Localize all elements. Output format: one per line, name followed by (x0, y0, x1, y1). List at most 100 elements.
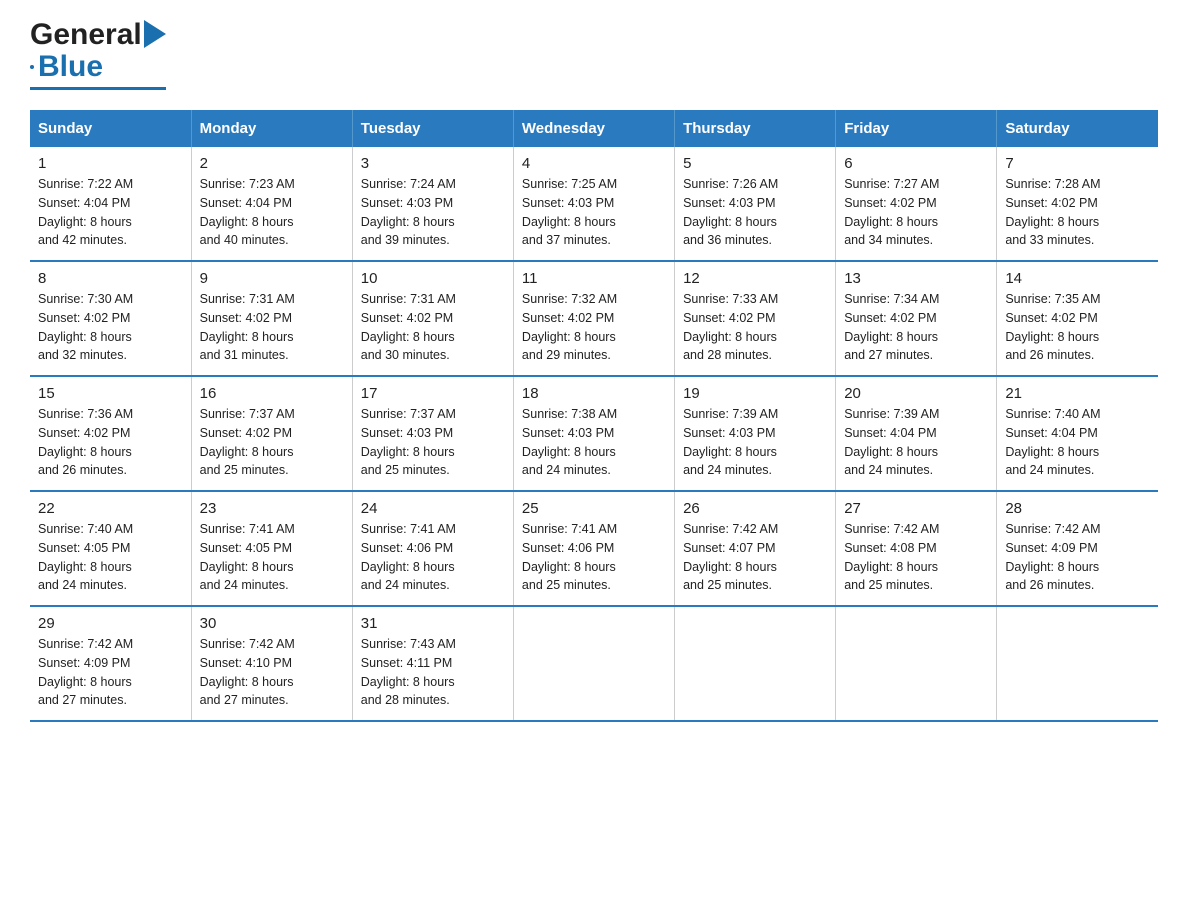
day-cell: 10 Sunrise: 7:31 AM Sunset: 4:02 PM Dayl… (352, 261, 513, 376)
day-cell: 5 Sunrise: 7:26 AM Sunset: 4:03 PM Dayli… (675, 147, 836, 261)
day-info: Sunrise: 7:37 AM Sunset: 4:03 PM Dayligh… (361, 405, 505, 480)
day-cell: 21 Sunrise: 7:40 AM Sunset: 4:04 PM Dayl… (997, 376, 1158, 491)
day-info: Sunrise: 7:38 AM Sunset: 4:03 PM Dayligh… (522, 405, 666, 480)
day-info: Sunrise: 7:39 AM Sunset: 4:04 PM Dayligh… (844, 405, 988, 480)
day-number: 8 (38, 270, 183, 287)
day-info: Sunrise: 7:41 AM Sunset: 4:06 PM Dayligh… (522, 520, 666, 595)
week-row-2: 8 Sunrise: 7:30 AM Sunset: 4:02 PM Dayli… (30, 261, 1158, 376)
day-info: Sunrise: 7:22 AM Sunset: 4:04 PM Dayligh… (38, 175, 183, 250)
day-cell: 8 Sunrise: 7:30 AM Sunset: 4:02 PM Dayli… (30, 261, 191, 376)
day-info: Sunrise: 7:26 AM Sunset: 4:03 PM Dayligh… (683, 175, 827, 250)
day-info: Sunrise: 7:39 AM Sunset: 4:03 PM Dayligh… (683, 405, 827, 480)
day-info: Sunrise: 7:42 AM Sunset: 4:10 PM Dayligh… (200, 635, 344, 710)
day-info: Sunrise: 7:32 AM Sunset: 4:02 PM Dayligh… (522, 290, 666, 365)
day-info: Sunrise: 7:42 AM Sunset: 4:09 PM Dayligh… (1005, 520, 1150, 595)
day-cell: 27 Sunrise: 7:42 AM Sunset: 4:08 PM Dayl… (836, 491, 997, 606)
day-number: 28 (1005, 500, 1150, 517)
page-header: General Blue (30, 20, 1158, 90)
weekday-header-sunday: Sunday (30, 110, 191, 147)
day-number: 5 (683, 155, 827, 172)
weekday-header-monday: Monday (191, 110, 352, 147)
week-row-4: 22 Sunrise: 7:40 AM Sunset: 4:05 PM Dayl… (30, 491, 1158, 606)
day-number: 23 (200, 500, 344, 517)
weekday-header-tuesday: Tuesday (352, 110, 513, 147)
day-number: 13 (844, 270, 988, 287)
day-number: 2 (200, 155, 344, 172)
day-info: Sunrise: 7:40 AM Sunset: 4:04 PM Dayligh… (1005, 405, 1150, 480)
day-number: 6 (844, 155, 988, 172)
day-cell: 12 Sunrise: 7:33 AM Sunset: 4:02 PM Dayl… (675, 261, 836, 376)
logo-blue: Blue (38, 50, 103, 84)
day-number: 26 (683, 500, 827, 517)
week-row-1: 1 Sunrise: 7:22 AM Sunset: 4:04 PM Dayli… (30, 147, 1158, 261)
day-cell: 25 Sunrise: 7:41 AM Sunset: 4:06 PM Dayl… (513, 491, 674, 606)
day-cell: 24 Sunrise: 7:41 AM Sunset: 4:06 PM Dayl… (352, 491, 513, 606)
day-cell: 14 Sunrise: 7:35 AM Sunset: 4:02 PM Dayl… (997, 261, 1158, 376)
day-cell: 23 Sunrise: 7:41 AM Sunset: 4:05 PM Dayl… (191, 491, 352, 606)
day-info: Sunrise: 7:28 AM Sunset: 4:02 PM Dayligh… (1005, 175, 1150, 250)
day-cell: 31 Sunrise: 7:43 AM Sunset: 4:11 PM Dayl… (352, 606, 513, 721)
day-number: 16 (200, 385, 344, 402)
day-cell: 22 Sunrise: 7:40 AM Sunset: 4:05 PM Dayl… (30, 491, 191, 606)
day-info: Sunrise: 7:25 AM Sunset: 4:03 PM Dayligh… (522, 175, 666, 250)
day-number: 27 (844, 500, 988, 517)
day-cell: 13 Sunrise: 7:34 AM Sunset: 4:02 PM Dayl… (836, 261, 997, 376)
weekday-header-thursday: Thursday (675, 110, 836, 147)
day-info: Sunrise: 7:40 AM Sunset: 4:05 PM Dayligh… (38, 520, 183, 595)
day-number: 11 (522, 270, 666, 287)
day-cell (997, 606, 1158, 721)
day-info: Sunrise: 7:42 AM Sunset: 4:08 PM Dayligh… (844, 520, 988, 595)
day-number: 9 (200, 270, 344, 287)
day-cell: 28 Sunrise: 7:42 AM Sunset: 4:09 PM Dayl… (997, 491, 1158, 606)
day-number: 22 (38, 500, 183, 517)
day-number: 21 (1005, 385, 1150, 402)
day-cell: 18 Sunrise: 7:38 AM Sunset: 4:03 PM Dayl… (513, 376, 674, 491)
day-number: 12 (683, 270, 827, 287)
day-cell: 3 Sunrise: 7:24 AM Sunset: 4:03 PM Dayli… (352, 147, 513, 261)
day-cell: 11 Sunrise: 7:32 AM Sunset: 4:02 PM Dayl… (513, 261, 674, 376)
day-number: 19 (683, 385, 827, 402)
day-number: 20 (844, 385, 988, 402)
day-number: 10 (361, 270, 505, 287)
day-cell: 29 Sunrise: 7:42 AM Sunset: 4:09 PM Dayl… (30, 606, 191, 721)
day-number: 29 (38, 615, 183, 632)
day-number: 17 (361, 385, 505, 402)
day-info: Sunrise: 7:23 AM Sunset: 4:04 PM Dayligh… (200, 175, 344, 250)
day-cell: 7 Sunrise: 7:28 AM Sunset: 4:02 PM Dayli… (997, 147, 1158, 261)
day-info: Sunrise: 7:42 AM Sunset: 4:07 PM Dayligh… (683, 520, 827, 595)
day-cell: 1 Sunrise: 7:22 AM Sunset: 4:04 PM Dayli… (30, 147, 191, 261)
day-info: Sunrise: 7:42 AM Sunset: 4:09 PM Dayligh… (38, 635, 183, 710)
day-number: 24 (361, 500, 505, 517)
day-number: 1 (38, 155, 183, 172)
day-info: Sunrise: 7:43 AM Sunset: 4:11 PM Dayligh… (361, 635, 505, 710)
day-info: Sunrise: 7:30 AM Sunset: 4:02 PM Dayligh… (38, 290, 183, 365)
day-info: Sunrise: 7:31 AM Sunset: 4:02 PM Dayligh… (200, 290, 344, 365)
day-info: Sunrise: 7:33 AM Sunset: 4:02 PM Dayligh… (683, 290, 827, 365)
day-number: 4 (522, 155, 666, 172)
weekday-header-saturday: Saturday (997, 110, 1158, 147)
day-info: Sunrise: 7:36 AM Sunset: 4:02 PM Dayligh… (38, 405, 183, 480)
day-cell (675, 606, 836, 721)
day-cell: 4 Sunrise: 7:25 AM Sunset: 4:03 PM Dayli… (513, 147, 674, 261)
logo-underline (30, 87, 166, 90)
day-info: Sunrise: 7:27 AM Sunset: 4:02 PM Dayligh… (844, 175, 988, 250)
day-info: Sunrise: 7:34 AM Sunset: 4:02 PM Dayligh… (844, 290, 988, 365)
day-number: 31 (361, 615, 505, 632)
day-info: Sunrise: 7:41 AM Sunset: 4:06 PM Dayligh… (361, 520, 505, 595)
day-cell: 19 Sunrise: 7:39 AM Sunset: 4:03 PM Dayl… (675, 376, 836, 491)
day-cell: 15 Sunrise: 7:36 AM Sunset: 4:02 PM Dayl… (30, 376, 191, 491)
day-info: Sunrise: 7:37 AM Sunset: 4:02 PM Dayligh… (200, 405, 344, 480)
day-cell: 26 Sunrise: 7:42 AM Sunset: 4:07 PM Dayl… (675, 491, 836, 606)
weekday-header-friday: Friday (836, 110, 997, 147)
day-cell: 17 Sunrise: 7:37 AM Sunset: 4:03 PM Dayl… (352, 376, 513, 491)
logo-arrow-icon (144, 20, 166, 48)
weekday-header-row: SundayMondayTuesdayWednesdayThursdayFrid… (30, 110, 1158, 147)
logo: General Blue (30, 20, 166, 90)
calendar-table: SundayMondayTuesdayWednesdayThursdayFrid… (30, 110, 1158, 722)
day-cell: 2 Sunrise: 7:23 AM Sunset: 4:04 PM Dayli… (191, 147, 352, 261)
day-number: 3 (361, 155, 505, 172)
day-number: 15 (38, 385, 183, 402)
day-cell: 30 Sunrise: 7:42 AM Sunset: 4:10 PM Dayl… (191, 606, 352, 721)
day-info: Sunrise: 7:24 AM Sunset: 4:03 PM Dayligh… (361, 175, 505, 250)
day-cell: 9 Sunrise: 7:31 AM Sunset: 4:02 PM Dayli… (191, 261, 352, 376)
